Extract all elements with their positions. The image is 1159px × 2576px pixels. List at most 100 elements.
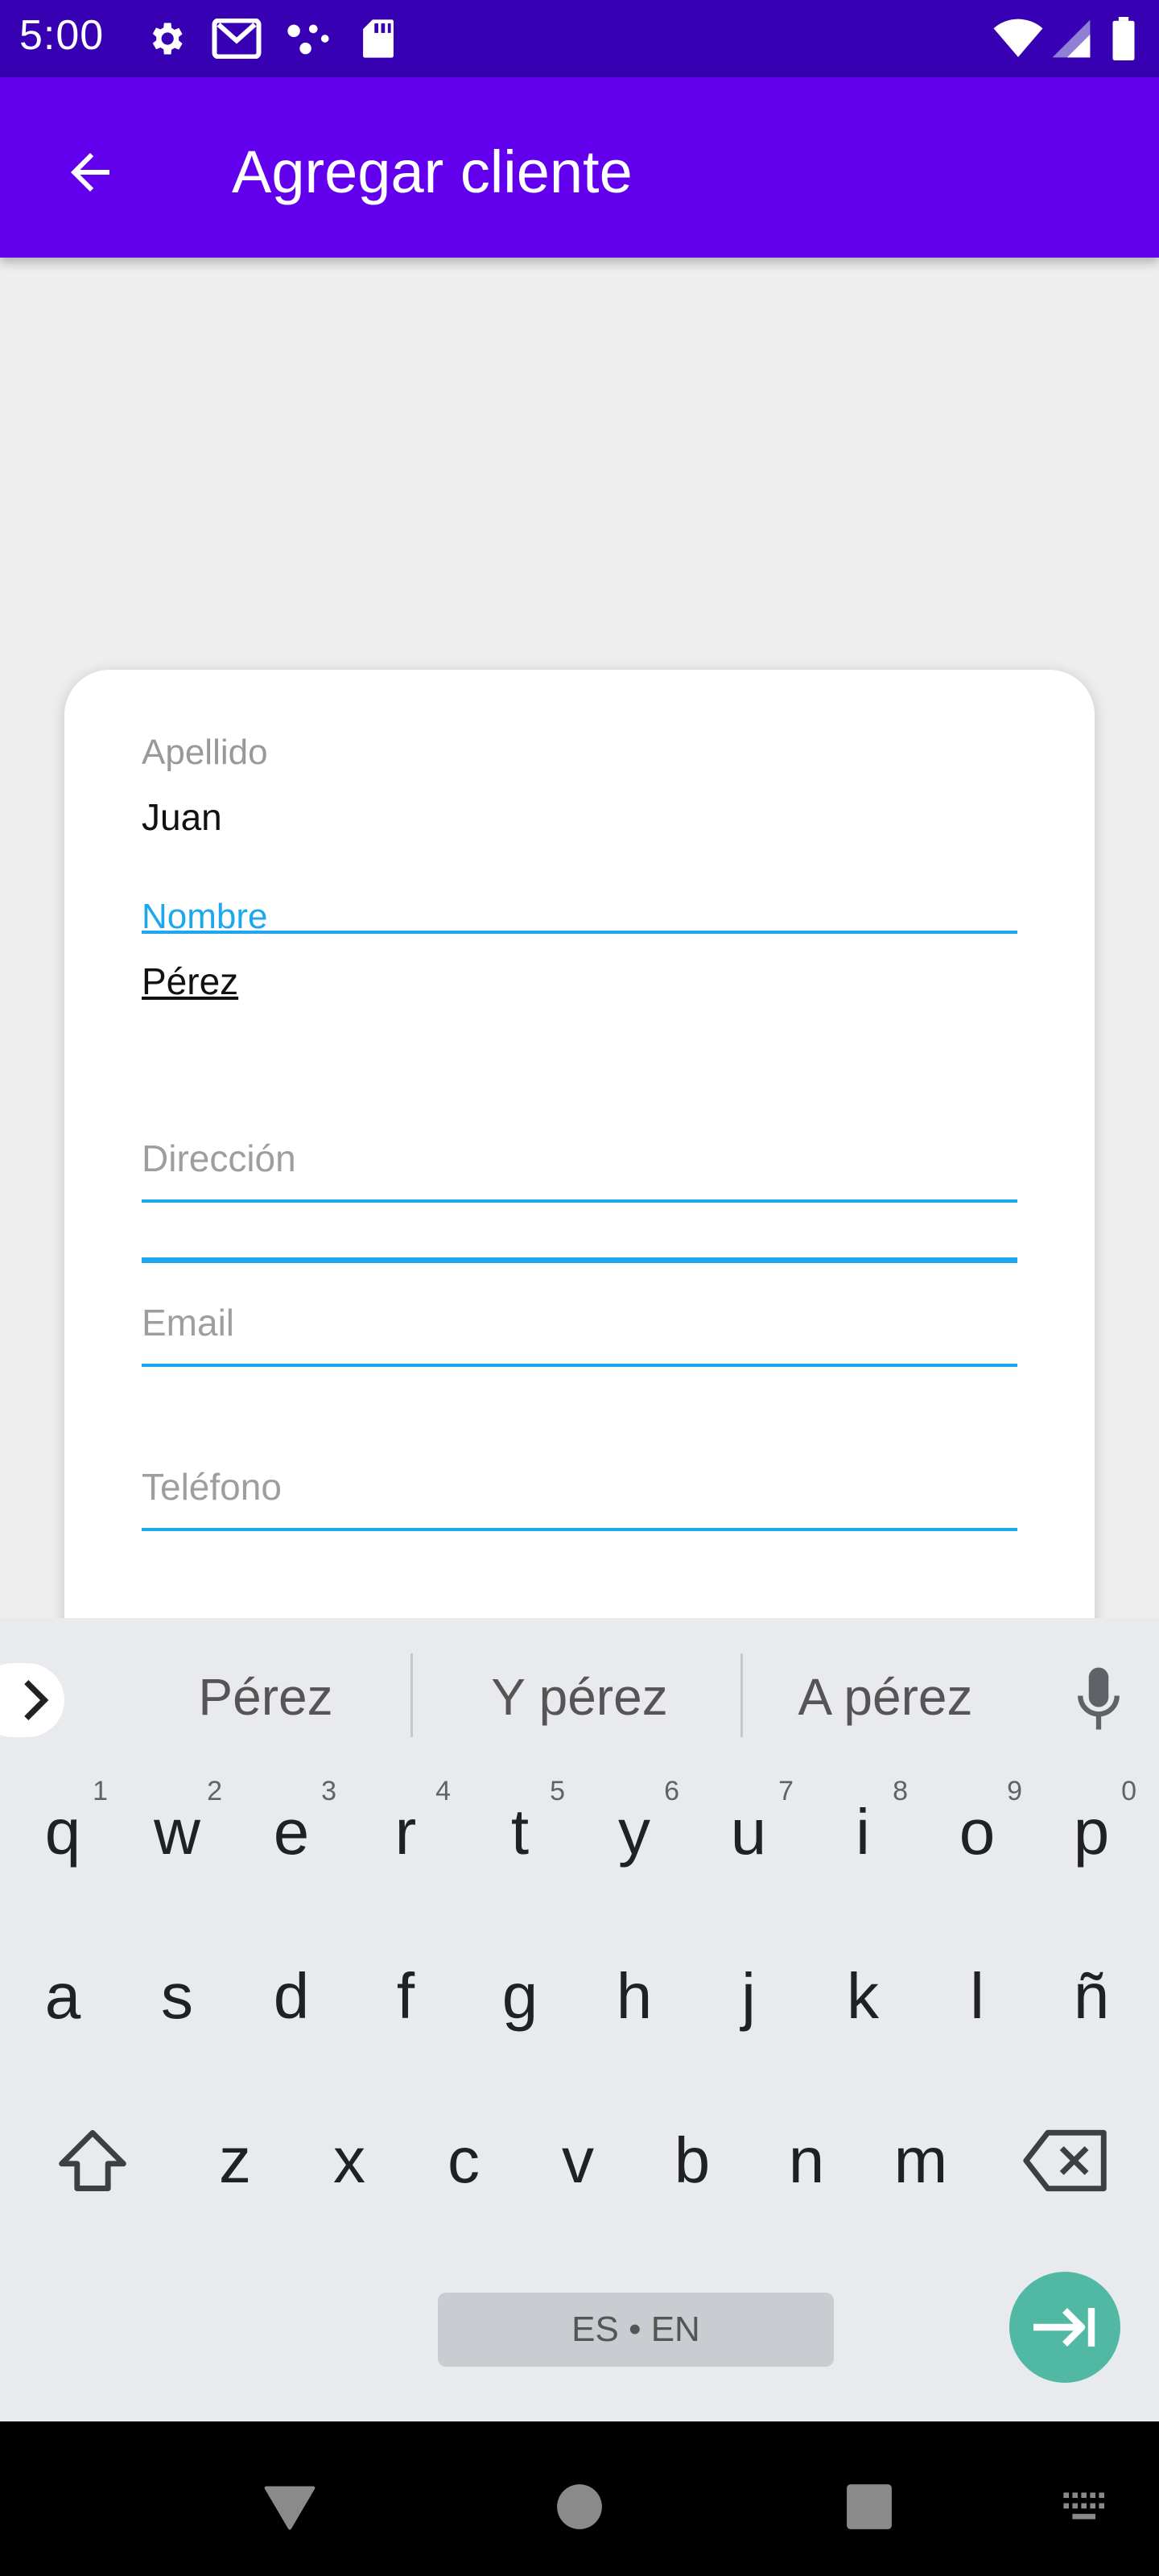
- key-f[interactable]: f: [349, 1924, 462, 2069]
- key-e[interactable]: e3: [235, 1760, 348, 1905]
- suggestion-strip: Pérez Y pérez A pérez: [0, 1618, 1159, 1760]
- gmail-icon: [211, 16, 262, 61]
- email-underline: [142, 1364, 1017, 1367]
- enter-next-button[interactable]: [1009, 2272, 1120, 2383]
- suggestion-divider: [410, 1653, 413, 1737]
- status-bar: 5:00: [0, 0, 1159, 77]
- nombre-value: Pérez: [142, 960, 239, 1002]
- key-label: u: [730, 1796, 767, 1868]
- key-n[interactable]: n: [750, 2088, 863, 2233]
- key-j[interactable]: j: [692, 1924, 805, 2069]
- telefono-underline: [142, 1528, 1017, 1531]
- direccion-field[interactable]: Dirección: [142, 1137, 1017, 1257]
- telefono-field[interactable]: Teléfono: [142, 1465, 1017, 1586]
- key-t[interactable]: t5: [464, 1760, 576, 1905]
- apellido-label: Apellido: [142, 733, 268, 772]
- app-bar: Agregar cliente: [0, 77, 1159, 258]
- home-circle-icon: [557, 2484, 602, 2529]
- key-o[interactable]: o9: [921, 1760, 1033, 1905]
- key-hint: 7: [778, 1776, 794, 1806]
- soft-keyboard: Pérez Y pérez A pérez q1 w2 e3 r4 t5 y6 …: [0, 1618, 1159, 2517]
- key-label: i: [856, 1796, 870, 1868]
- shift-key[interactable]: [32, 2088, 153, 2233]
- nombre-field[interactable]: Nombre Pérez: [142, 897, 1017, 1263]
- dots-icon: [283, 16, 332, 61]
- telefono-placeholder: Teléfono: [142, 1466, 282, 1508]
- chevron-right-icon: [24, 1680, 49, 1720]
- key-label: o: [959, 1796, 996, 1868]
- key-w[interactable]: w2: [121, 1760, 233, 1905]
- key-label: t: [510, 1796, 530, 1868]
- key-h[interactable]: h: [578, 1924, 691, 2069]
- key-hint: 6: [664, 1776, 679, 1806]
- key-l[interactable]: l: [921, 1924, 1033, 2069]
- key-x[interactable]: x: [293, 2088, 406, 2233]
- key-label: r: [394, 1796, 417, 1868]
- email-field[interactable]: Email: [142, 1301, 1017, 1422]
- suggestion-item[interactable]: Pérez: [113, 1657, 419, 1737]
- mic-button[interactable]: [1062, 1660, 1135, 1737]
- backspace-key[interactable]: [1006, 2088, 1127, 2233]
- key-hint: 5: [550, 1776, 565, 1806]
- key-r[interactable]: r4: [349, 1760, 462, 1905]
- page-title: Agregar cliente: [232, 138, 633, 205]
- wifi-icon: [990, 16, 1046, 61]
- key-b[interactable]: b: [636, 2088, 749, 2233]
- key-hint: 8: [893, 1776, 908, 1806]
- apellido-value: Juan: [142, 796, 222, 838]
- suggestion-item[interactable]: Y pérez: [419, 1657, 740, 1737]
- key-z[interactable]: z: [179, 2088, 291, 2233]
- key-i[interactable]: i8: [806, 1760, 919, 1905]
- shift-icon: [59, 2130, 126, 2191]
- apellido-field[interactable]: Apellido Juan: [142, 733, 1017, 934]
- key-u[interactable]: u7: [692, 1760, 805, 1905]
- keys-area: q1 w2 e3 r4 t5 y6 u7 i8 o9 p0 a s d f g …: [0, 1760, 1159, 2517]
- recents-square-icon: [847, 2484, 892, 2529]
- arrow-back-icon: [71, 153, 109, 192]
- back-button[interactable]: [48, 130, 132, 214]
- backspace-icon: [1023, 2129, 1107, 2192]
- key-hint: 4: [435, 1776, 451, 1806]
- key-hint: 3: [321, 1776, 336, 1806]
- mic-icon: [1078, 1667, 1120, 1730]
- key-g[interactable]: g: [464, 1924, 576, 2069]
- signal-icon: [1050, 16, 1093, 61]
- direccion-placeholder: Dirección: [142, 1137, 296, 1179]
- keyboard-icon: [1063, 2492, 1104, 2520]
- key-a[interactable]: a: [6, 1924, 119, 2069]
- key-q[interactable]: q1: [6, 1760, 119, 1905]
- key-y[interactable]: y6: [578, 1760, 691, 1905]
- key-hint: 9: [1007, 1776, 1022, 1806]
- nombre-label: Nombre: [142, 897, 268, 936]
- nav-home-button[interactable]: [539, 2467, 620, 2547]
- keyboard-switcher-button[interactable]: [1046, 2467, 1127, 2547]
- key-c[interactable]: c: [407, 2088, 520, 2233]
- key-k[interactable]: k: [806, 1924, 919, 2069]
- suggestion-item[interactable]: A pérez: [740, 1657, 1030, 1737]
- client-form-card: Apellido Juan Nombre Pérez Dirección Ema…: [64, 670, 1095, 1700]
- direccion-underline: [142, 1199, 1017, 1203]
- key-hint: 2: [207, 1776, 222, 1806]
- system-nav-bar: [0, 2421, 1159, 2576]
- key-label: e: [273, 1796, 310, 1868]
- key-hint: 0: [1121, 1776, 1136, 1806]
- key-p[interactable]: p0: [1035, 1760, 1148, 1905]
- key-v[interactable]: v: [522, 2088, 634, 2233]
- space-key[interactable]: ES • EN: [438, 2293, 834, 2367]
- battery-icon: [1107, 16, 1140, 61]
- nav-recents-button[interactable]: [829, 2467, 909, 2547]
- key-d[interactable]: d: [235, 1924, 348, 2069]
- key-n-tilde[interactable]: ñ: [1035, 1924, 1148, 2069]
- sd-card-icon: [359, 16, 398, 61]
- tab-next-icon: [1033, 2308, 1095, 2347]
- back-triangle-icon: [264, 2486, 316, 2530]
- key-m[interactable]: m: [864, 2088, 977, 2233]
- email-placeholder: Email: [142, 1302, 235, 1344]
- key-hint: 1: [93, 1776, 108, 1806]
- suggestion-toggle-button[interactable]: [0, 1663, 64, 1737]
- nav-back-button[interactable]: [250, 2467, 330, 2547]
- key-label: w: [154, 1796, 200, 1868]
- nombre-underline: [142, 1257, 1017, 1263]
- key-s[interactable]: s: [121, 1924, 233, 2069]
- settings-icon: [143, 16, 188, 61]
